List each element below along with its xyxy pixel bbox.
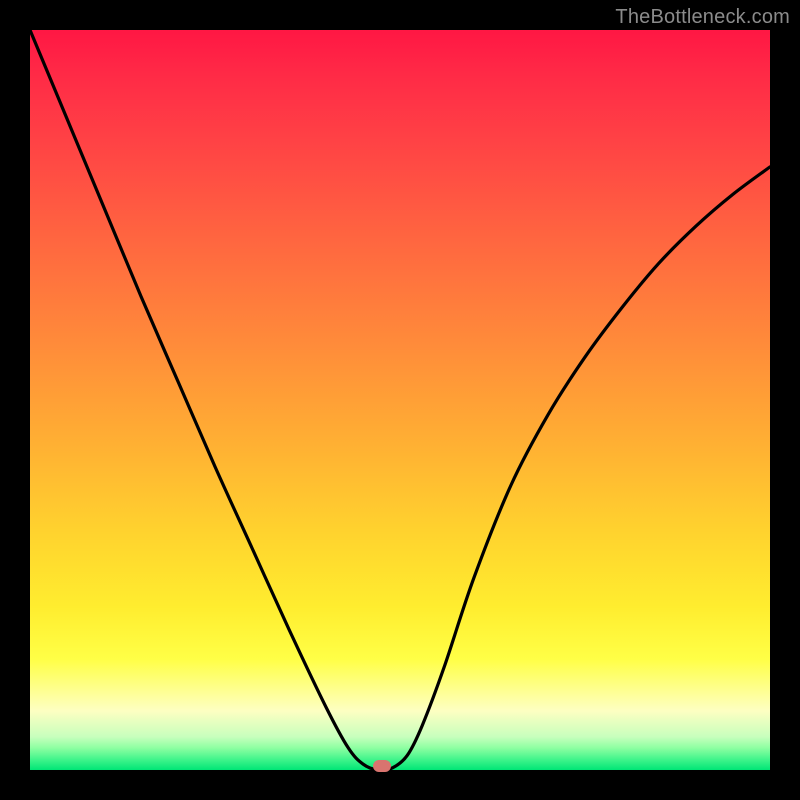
bottleneck-curve bbox=[30, 30, 770, 770]
optimal-marker bbox=[373, 760, 391, 772]
watermark-text: TheBottleneck.com bbox=[615, 6, 790, 29]
chart-frame: TheBottleneck.com bbox=[0, 0, 800, 800]
plot-area bbox=[30, 30, 770, 770]
